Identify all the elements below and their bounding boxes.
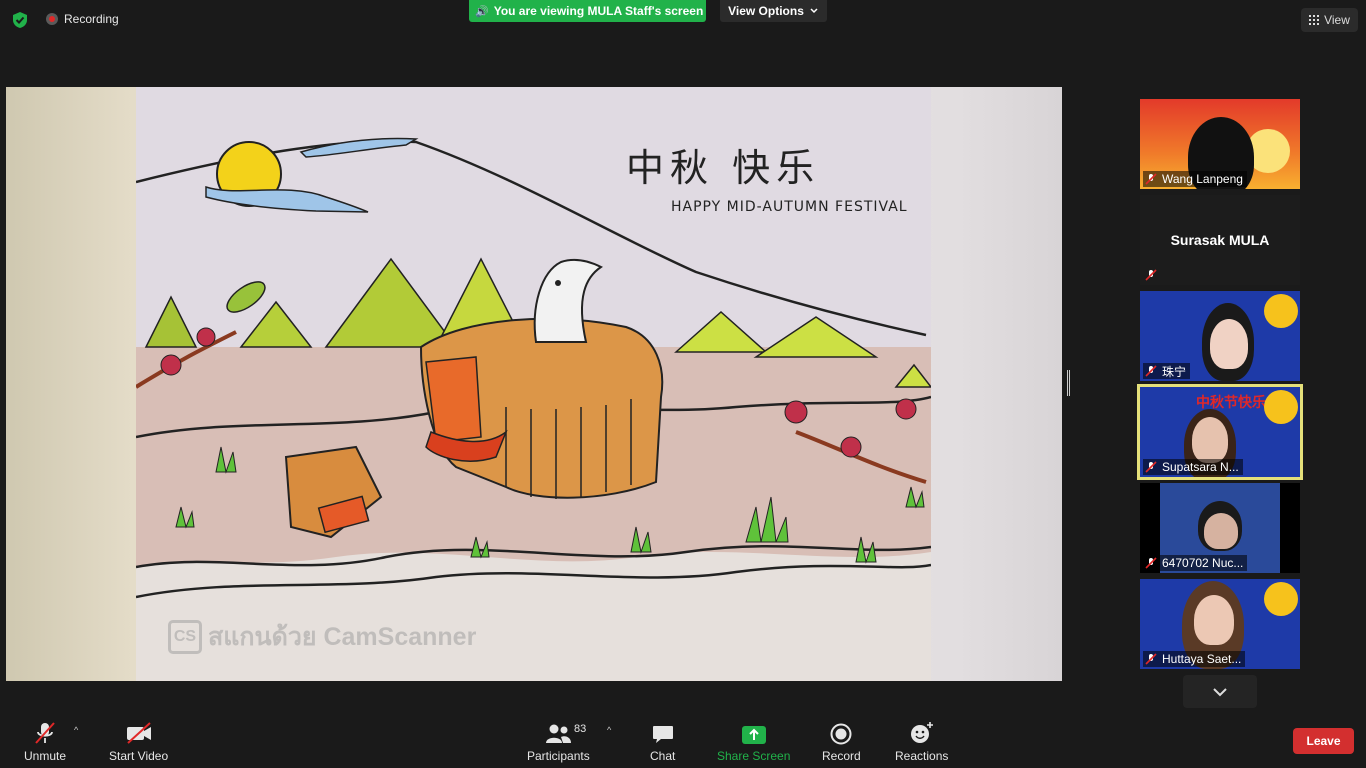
start-video-button[interactable]: Start Video	[109, 719, 168, 763]
meeting-toolbar: Unmute ^ Start Video Participants 83 ^ C…	[0, 713, 1366, 768]
chat-label: Chat	[650, 749, 676, 763]
participants-count: 83	[574, 723, 587, 735]
participant-face	[1204, 513, 1238, 549]
start-video-label: Start Video	[109, 749, 169, 763]
shared-screen-area: 中秋 快乐 HAPPY MID-AUTUMN FESTIVAL CS สแกนด…	[6, 87, 1062, 681]
moon-backdrop	[1264, 582, 1298, 616]
drawing-title-cn: 中秋 快乐	[626, 146, 821, 190]
mic-muted-icon	[1145, 653, 1157, 665]
viewing-screen-banner: 🔊 You are viewing MULA Staff's screen	[469, 0, 706, 22]
chat-bubble-icon	[652, 726, 673, 743]
participant-name-label	[1143, 267, 1166, 283]
participant-tile[interactable]: Wang Lanpeng	[1140, 99, 1300, 189]
chevron-down-icon	[810, 8, 818, 14]
leave-meeting-button[interactable]: Leave	[1293, 728, 1354, 754]
speaker-icon: 🔊	[475, 5, 489, 18]
share-screen-button[interactable]: Share Screen	[717, 719, 790, 763]
record-icon	[830, 723, 852, 745]
watermark-text: สแกนด้วย CamScanner	[208, 623, 477, 651]
share-screen-icon	[741, 726, 766, 744]
reactions-button[interactable]: Reactions	[895, 719, 948, 763]
mic-muted-icon	[1145, 173, 1157, 185]
smiley-plus-icon	[910, 722, 933, 743]
audio-options-caret[interactable]: ^	[74, 725, 78, 735]
view-label: View	[1324, 13, 1350, 27]
share-screen-label: Share Screen	[717, 749, 791, 763]
participant-name-label: 6470702 Nuc...	[1143, 555, 1248, 571]
reactions-label: Reactions	[895, 749, 949, 763]
viewing-banner-text: You are viewing MULA Staff's screen	[493, 4, 704, 18]
recording-dot-icon	[46, 13, 58, 25]
participant-tile[interactable]: Huttaya Saet...	[1140, 579, 1300, 669]
chat-button[interactable]: Chat	[650, 719, 675, 763]
moon-backdrop	[1264, 390, 1298, 424]
record-button[interactable]: Record	[822, 719, 861, 763]
participant-tile-active-speaker[interactable]: 中秋节快乐 Supatsara N...	[1137, 384, 1303, 480]
participants-label: Participants	[527, 749, 590, 763]
chevron-down-icon	[1213, 687, 1227, 696]
unmute-button[interactable]: Unmute	[24, 719, 66, 763]
moon-backdrop	[1264, 294, 1298, 328]
participants-icon	[546, 724, 572, 743]
record-label: Record	[822, 749, 861, 763]
recording-indicator[interactable]: Recording	[46, 12, 119, 26]
panel-resize-handle[interactable]	[1067, 370, 1070, 396]
camscanner-logo: CS	[168, 620, 202, 654]
participant-tile[interactable]: 6470702 Nuc...	[1140, 483, 1300, 573]
participant-name-label: Wang Lanpeng	[1143, 171, 1247, 187]
participant-face	[1210, 319, 1248, 369]
microphone-muted-icon	[35, 722, 55, 744]
participant-face	[1192, 417, 1228, 463]
participant-name-label: Supatsara N...	[1143, 459, 1243, 475]
participant-tile[interactable]: 珠宁	[1140, 291, 1300, 381]
view-options-label: View Options	[728, 4, 804, 18]
mic-muted-icon	[1145, 365, 1157, 377]
security-shield-icon[interactable]	[11, 11, 29, 29]
unmute-label: Unmute	[24, 749, 67, 763]
mic-muted-icon	[1145, 557, 1157, 569]
grid-icon	[1309, 15, 1320, 25]
recording-label: Recording	[64, 12, 119, 26]
camscanner-watermark: CS สแกนด้วย CamScanner	[168, 617, 476, 657]
mic-muted-icon	[1145, 269, 1157, 281]
meeting-top-bar: Recording 🔊 You are viewing MULA Staff's…	[0, 0, 1366, 40]
video-off-icon	[126, 722, 151, 744]
view-layout-button[interactable]: View	[1301, 8, 1358, 32]
participant-name-label: Huttaya Saet...	[1143, 651, 1246, 667]
participants-options-caret[interactable]: ^	[607, 725, 611, 735]
view-options-button[interactable]: View Options	[720, 0, 827, 22]
mic-muted-icon	[1145, 461, 1157, 473]
participant-name-label: 珠宁	[1143, 363, 1191, 379]
participant-face	[1194, 595, 1234, 645]
drawing-subtitle: HAPPY MID-AUTUMN FESTIVAL	[671, 199, 908, 215]
scroll-participants-down-button[interactable]	[1183, 675, 1257, 708]
mid-autumn-drawing: 中秋 快乐 HAPPY MID-AUTUMN FESTIVAL	[134, 87, 933, 681]
participant-tile[interactable]: Surasak MULA	[1140, 195, 1300, 285]
